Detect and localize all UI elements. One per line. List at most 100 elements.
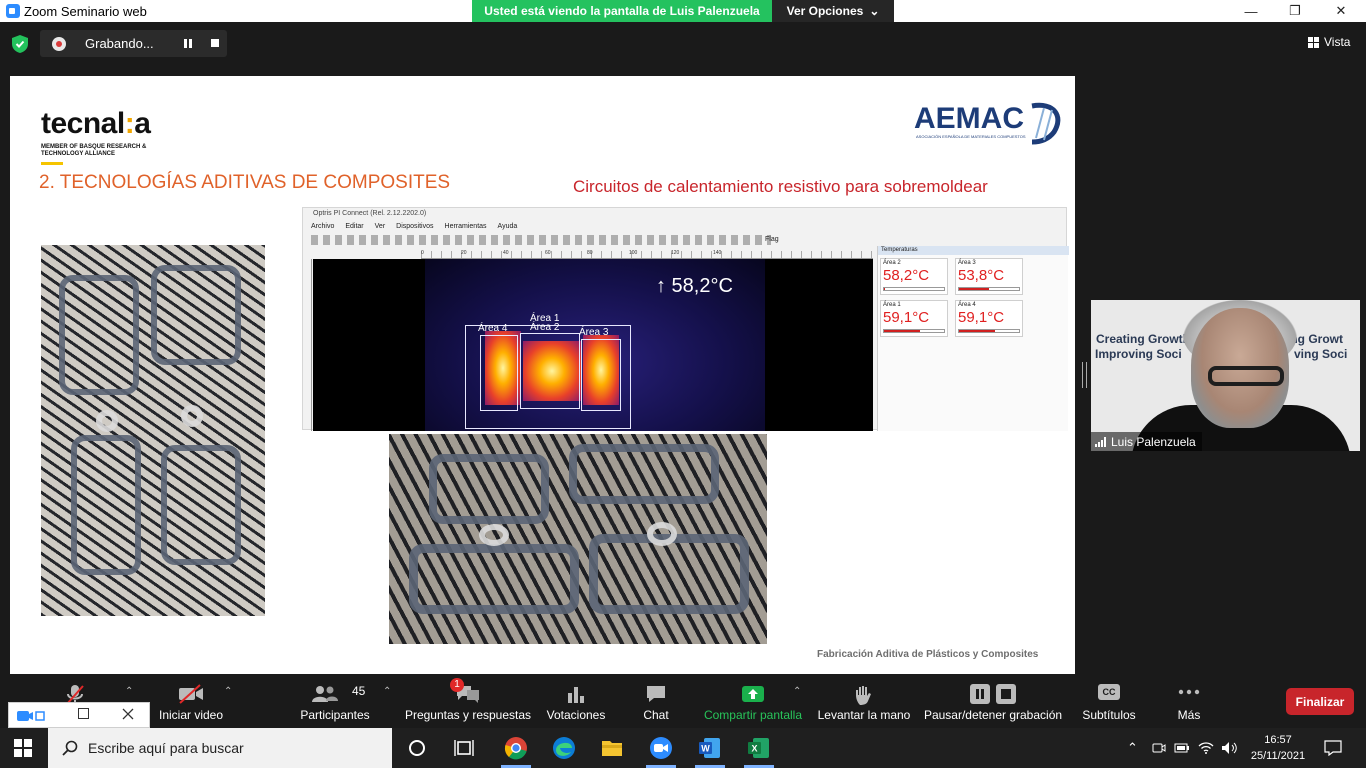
slide-heading: 2. TECNOLOGÍAS ADITIVAS DE COMPOSITES bbox=[39, 172, 451, 193]
splitter-handle[interactable] bbox=[1082, 362, 1087, 388]
participant-name: Luis Palenzuela bbox=[1111, 434, 1196, 449]
temperature-level-bar bbox=[958, 329, 1020, 333]
start-video-label: Iniciar video bbox=[158, 708, 224, 722]
share-screen-button[interactable]: Compartir pantalla bbox=[700, 676, 806, 728]
chat-button[interactable]: Chat bbox=[628, 676, 684, 728]
area-3-box bbox=[581, 339, 621, 411]
share-options-chevron-icon[interactable]: ⌃ bbox=[793, 686, 801, 697]
participants-options-chevron-icon[interactable]: ⌃ bbox=[383, 686, 391, 697]
zoom-camera-icon[interactable] bbox=[17, 709, 45, 723]
video-off-icon bbox=[179, 684, 203, 704]
end-meeting-button[interactable]: Finalizar bbox=[1286, 688, 1354, 715]
shared-slide: tecnal:a MEMBER OF BASQUE RESEARCH & TEC… bbox=[10, 76, 1075, 674]
qa-badge: 1 bbox=[450, 678, 464, 692]
close-button[interactable]: ✕ bbox=[1318, 0, 1364, 22]
temperature-cell: Área 4 59,1°C bbox=[955, 300, 1023, 337]
tecnalia-logo-subtitle: MEMBER OF BASQUE RESEARCH & TECHNOLOGY A… bbox=[41, 144, 147, 157]
menu-item: Ver bbox=[374, 223, 386, 230]
polls-button[interactable]: Votaciones bbox=[540, 676, 612, 728]
audio-options-chevron-icon[interactable]: ⌃ bbox=[125, 686, 133, 697]
temperature-value: 58,2°C bbox=[883, 267, 930, 284]
pause-stop-recording-button[interactable]: Pausar/detener grabación bbox=[920, 676, 1066, 728]
word-icon[interactable]: W bbox=[698, 736, 722, 760]
raise-hand-button[interactable]: Levantar la mano bbox=[814, 676, 914, 728]
ruler-tick: 120 bbox=[671, 250, 680, 256]
area-2-label: Área 2 bbox=[530, 322, 560, 333]
notifications-icon[interactable] bbox=[1324, 740, 1342, 756]
share-screen-label: Compartir pantalla bbox=[703, 708, 803, 722]
max-temperature-readout: ↑ 58,2°C bbox=[656, 275, 733, 297]
file-explorer-icon[interactable] bbox=[600, 736, 624, 760]
video-options-chevron-icon[interactable]: ⌃ bbox=[224, 686, 232, 697]
meet-now-icon[interactable] bbox=[1152, 741, 1166, 755]
more-button[interactable]: Más bbox=[1160, 676, 1218, 728]
zoom-app-icon bbox=[6, 4, 20, 18]
thermal-ruler-left bbox=[304, 259, 312, 431]
ruler-tick: 40 bbox=[503, 250, 509, 256]
temperature-area-name: Área 1 bbox=[883, 302, 901, 308]
signal-strength-icon bbox=[1095, 436, 1106, 447]
pause-stop-recording-label: Pausar/detener grabación bbox=[923, 708, 1063, 722]
ruler-tick: 20 bbox=[461, 250, 467, 256]
temperature-value: 59,1°C bbox=[958, 309, 1005, 326]
taskbar-clock[interactable]: 16:57 25/11/2021 bbox=[1246, 732, 1310, 764]
aemac-logo: AEMAC ASOCIACIÓN ESPAÑOLA DE MATERIALES … bbox=[914, 102, 1061, 145]
cortana-icon[interactable] bbox=[405, 736, 429, 760]
security-shield-icon[interactable] bbox=[12, 35, 28, 53]
thermal-menu-bar: Archivo Editar Ver Dispositivos Herramie… bbox=[311, 223, 517, 230]
grid-icon bbox=[1308, 36, 1319, 48]
heating-circuit-photo-perspective bbox=[389, 434, 767, 644]
floating-meeting-controls bbox=[8, 702, 150, 728]
thermal-ruler-top: 0 20 40 60 80 100 120 140 bbox=[421, 250, 873, 259]
pause-recording-icon[interactable] bbox=[184, 39, 192, 48]
clock-time: 16:57 bbox=[1264, 734, 1292, 746]
participant-video-tile[interactable]: Creating Growth Improving Soci ing Growt… bbox=[1091, 300, 1360, 451]
menu-item: Archivo bbox=[311, 223, 335, 230]
search-icon bbox=[62, 740, 78, 756]
volume-icon[interactable] bbox=[1221, 741, 1239, 755]
ruler-tick: 140 bbox=[713, 250, 722, 256]
task-view-icon[interactable] bbox=[452, 736, 476, 760]
chrome-icon[interactable] bbox=[504, 736, 528, 760]
wifi-icon[interactable] bbox=[1198, 741, 1214, 755]
excel-icon[interactable]: X bbox=[747, 736, 771, 760]
thermal-camera-software-window: Optris PI Connect (Rel. 2.12.2202.0) Arc… bbox=[302, 207, 1069, 431]
maximize-button[interactable]: ❐ bbox=[1272, 0, 1318, 22]
temperature-area-name: Área 3 bbox=[958, 260, 976, 266]
temperature-value: 59,1°C bbox=[883, 309, 930, 326]
qa-button[interactable]: 1 Preguntas y respuestas bbox=[402, 676, 534, 728]
view-options-label: Ver Opciones bbox=[786, 4, 864, 18]
ruler-tick: 100 bbox=[629, 250, 638, 256]
menu-item: Herramientas bbox=[444, 223, 487, 230]
zoom-taskbar-icon[interactable] bbox=[649, 736, 673, 760]
close-icon[interactable] bbox=[122, 708, 134, 720]
stop-recording-icon[interactable] bbox=[211, 39, 219, 47]
aemac-logo-subtitle: ASOCIACIÓN ESPAÑOLA DE MATERIALES COMPUE… bbox=[916, 134, 1026, 139]
maximize-icon[interactable] bbox=[78, 708, 89, 719]
chevron-down-icon: ⌄ bbox=[869, 4, 880, 18]
view-options-button[interactable]: Ver Opciones ⌄ bbox=[772, 0, 894, 22]
svg-text:W: W bbox=[701, 744, 710, 754]
taskbar-search-box[interactable]: Escribe aquí para buscar bbox=[48, 728, 392, 768]
temperatures-panel-title: Temperaturas bbox=[878, 246, 1069, 255]
subtitles-button[interactable]: CC Subtítulos bbox=[1078, 676, 1140, 728]
recording-label: Grabando... bbox=[85, 36, 154, 51]
view-button[interactable]: Vista bbox=[1308, 35, 1350, 49]
participants-button[interactable]: 45 Participantes bbox=[295, 676, 375, 728]
temperature-level-bar bbox=[883, 329, 945, 333]
windows-start-icon[interactable] bbox=[14, 739, 32, 757]
battery-icon[interactable] bbox=[1174, 742, 1190, 754]
windows-taskbar: Escribe aquí para buscar W X ⌃ 16:57 25/… bbox=[0, 728, 1366, 768]
polls-icon bbox=[568, 687, 584, 703]
edge-icon[interactable] bbox=[552, 736, 576, 760]
tecnalia-logo-text-a: tecnal bbox=[41, 107, 125, 140]
meeting-control-bar: ⌃ Iniciar video ⌃ 45 Participantes ⌃ 1 P… bbox=[0, 676, 1366, 728]
start-video-button[interactable]: Iniciar video bbox=[152, 676, 230, 728]
minimize-button[interactable]: — bbox=[1228, 0, 1274, 22]
temperature-level-bar bbox=[883, 287, 945, 291]
background-text: Creating Growth bbox=[1096, 332, 1191, 346]
temperature-level-bar bbox=[958, 287, 1020, 291]
ruler-tick: 60 bbox=[545, 250, 551, 256]
temperature-area-name: Área 2 bbox=[883, 260, 901, 266]
tray-expand-chevron-icon[interactable]: ⌃ bbox=[1127, 740, 1138, 756]
